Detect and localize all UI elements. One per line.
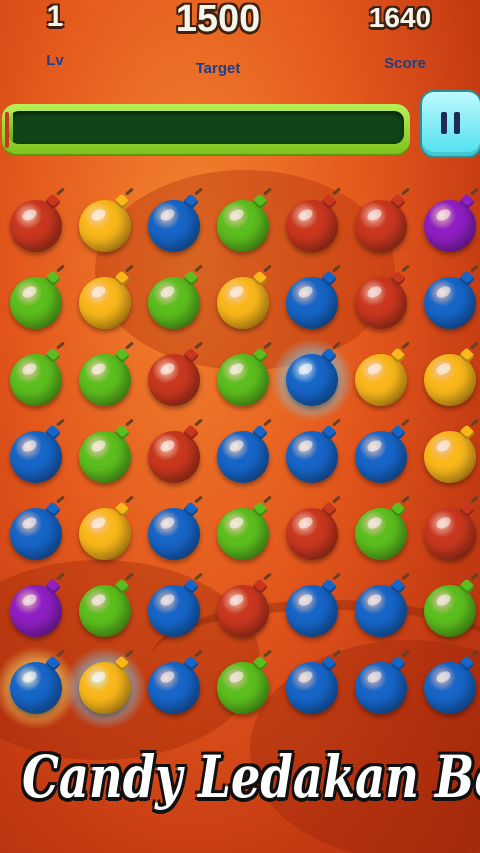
green-bomb[interactable]: [217, 187, 275, 258]
blue-bomb[interactable]: [286, 572, 344, 643]
blue-bomb[interactable]: [424, 264, 480, 335]
blue-bomb[interactable]: [10, 418, 68, 489]
red-bomb[interactable]: [355, 187, 413, 258]
red-bomb[interactable]: [148, 341, 206, 412]
red-bomb[interactable]: [286, 495, 344, 566]
yellow-bomb[interactable]: [79, 495, 137, 566]
yellow-bomb[interactable]: [217, 264, 275, 335]
green-bomb[interactable]: [79, 572, 137, 643]
purple-bomb[interactable]: [424, 187, 480, 258]
blue-bomb[interactable]: [424, 649, 480, 720]
blue-bomb[interactable]: [148, 495, 206, 566]
green-bomb[interactable]: [79, 418, 137, 489]
blue-bomb[interactable]: [10, 495, 68, 566]
green-bomb[interactable]: [79, 341, 137, 412]
red-bomb[interactable]: [424, 495, 480, 566]
yellow-bomb[interactable]: [79, 264, 137, 335]
blue-bomb[interactable]: [148, 572, 206, 643]
green-bomb[interactable]: [217, 495, 275, 566]
game-title-banner: Candy Ledakan Bomb: [22, 743, 480, 811]
red-bomb[interactable]: [10, 187, 68, 258]
green-bomb[interactable]: [148, 264, 206, 335]
green-bomb[interactable]: [10, 264, 68, 335]
blue-bomb[interactable]: [148, 187, 206, 258]
game-scene: 1 Lv 1500 Target 1640 Score Candy Ledaka…: [0, 0, 480, 853]
blue-bomb[interactable]: [286, 418, 344, 489]
green-bomb[interactable]: [217, 341, 275, 412]
blue-bomb[interactable]: [355, 572, 413, 643]
green-bomb[interactable]: [424, 572, 480, 643]
yellow-bomb[interactable]: [424, 341, 480, 412]
blue-bomb[interactable]: [217, 418, 275, 489]
green-bomb[interactable]: [355, 495, 413, 566]
purple-bomb[interactable]: [10, 572, 68, 643]
green-bomb[interactable]: [10, 341, 68, 412]
blue-bomb[interactable]: [355, 418, 413, 489]
blue-bomb[interactable]: [286, 264, 344, 335]
red-bomb[interactable]: [148, 418, 206, 489]
red-bomb[interactable]: [286, 187, 344, 258]
blue-bomb[interactable]: [286, 341, 344, 412]
yellow-bomb[interactable]: [79, 187, 137, 258]
yellow-bomb[interactable]: [424, 418, 480, 489]
yellow-bomb[interactable]: [355, 341, 413, 412]
red-bomb[interactable]: [217, 572, 275, 643]
red-bomb[interactable]: [355, 264, 413, 335]
